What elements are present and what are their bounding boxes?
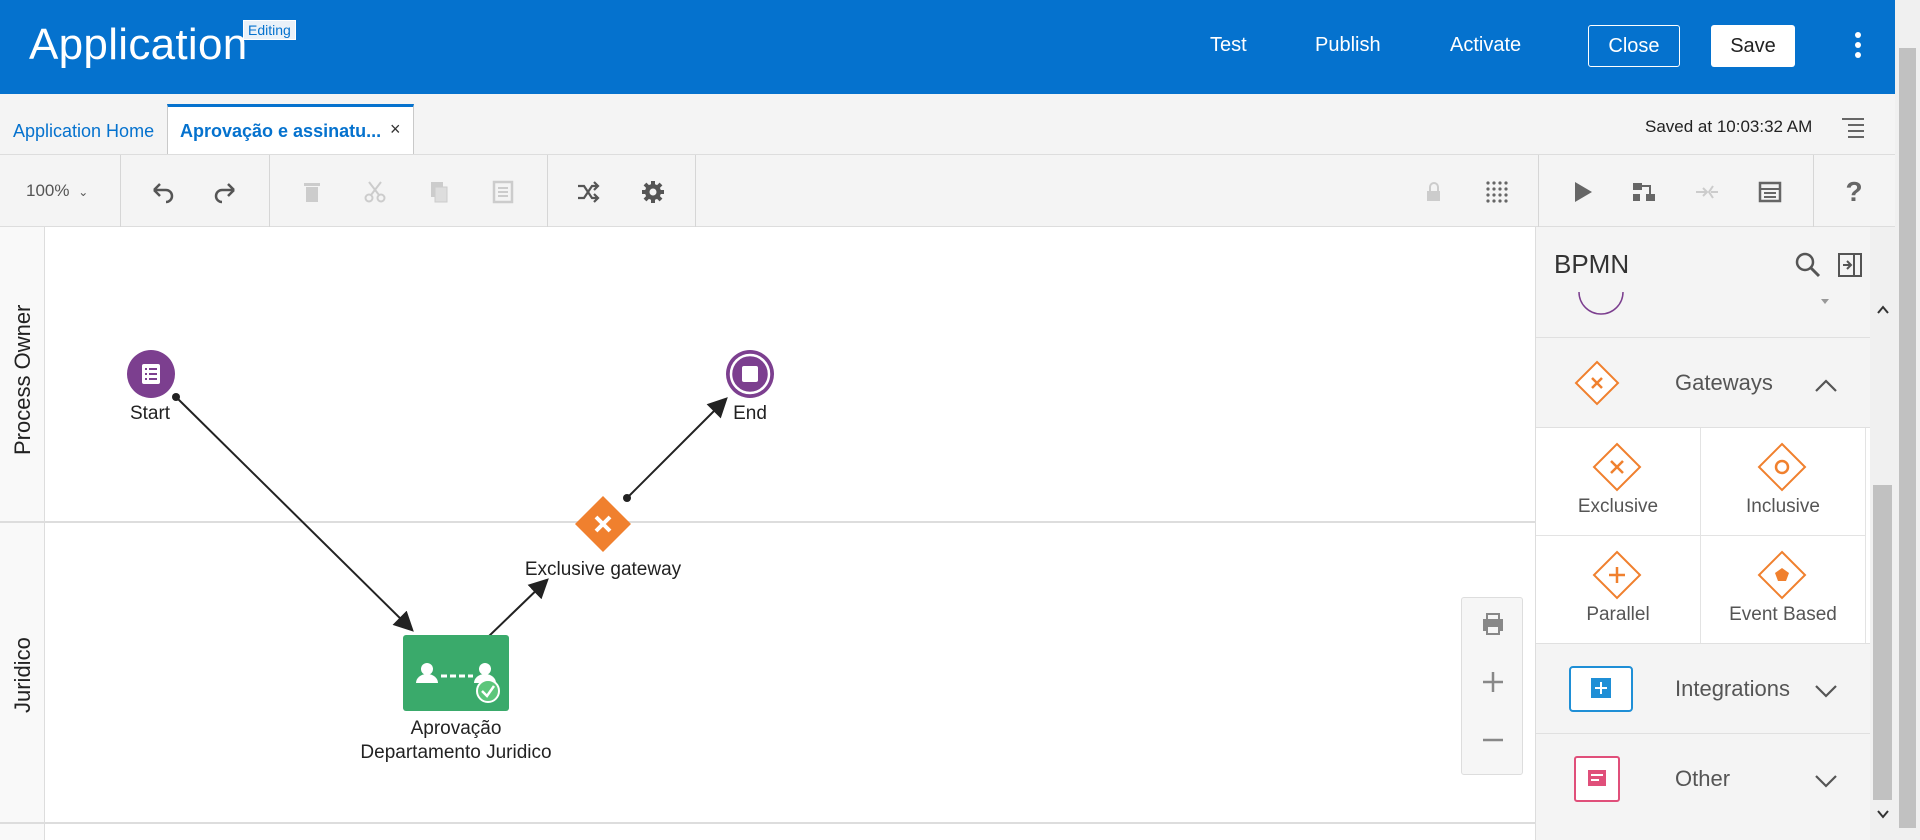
test-link[interactable]: Test <box>1210 34 1247 57</box>
approval-task-icon[interactable] <box>403 635 509 711</box>
approval-task-label-line2: Departamento Juridico <box>360 742 552 763</box>
list-menu-icon[interactable] <box>1840 116 1866 138</box>
note-icon <box>1574 756 1620 802</box>
inclusive-gateway-icon <box>1757 442 1807 492</box>
shuffle-icon[interactable] <box>573 177 603 207</box>
end-event-label: End <box>733 403 767 424</box>
approval-task-label-line1: Aprovação <box>410 718 502 739</box>
grid-icon[interactable] <box>1482 177 1512 207</box>
sequence-flow-start-task <box>172 393 414 632</box>
start-event-label: Start <box>129 403 171 424</box>
redo-icon[interactable] <box>211 177 241 207</box>
cut-icon[interactable] <box>360 177 390 207</box>
gateway-section-icon <box>1574 360 1620 406</box>
settings-icon[interactable] <box>638 177 668 207</box>
tab-active-process[interactable]: Aprovação e assinatu... × <box>167 104 414 154</box>
palette-item-parallel[interactable]: Parallel <box>1536 536 1701 644</box>
palette-item-event-based[interactable]: Event Based <box>1701 536 1866 644</box>
gateways-section-header[interactable]: Gateways <box>1536 337 1871 427</box>
other-section-header[interactable]: Other <box>1536 733 1871 840</box>
integrations-icon <box>1569 666 1633 712</box>
palette-item-inclusive[interactable]: Inclusive <box>1701 428 1866 536</box>
play-icon[interactable] <box>1567 177 1597 207</box>
table-icon[interactable] <box>1755 177 1785 207</box>
lock-icon[interactable] <box>1418 177 1448 207</box>
scroll-up-icon[interactable] <box>1876 305 1890 315</box>
gateway-items-grid: Exclusive Inclusive Parallel Event Based <box>1536 427 1871 644</box>
approval-task-label: Aprovação Departamento Juridico <box>340 717 572 765</box>
activate-link[interactable]: Activate <box>1450 34 1521 57</box>
merge-icon[interactable] <box>1692 177 1722 207</box>
more-options-icon[interactable] <box>1848 30 1868 64</box>
publish-link[interactable]: Publish <box>1315 34 1381 57</box>
palette-scroll-thumb[interactable] <box>1873 485 1892 800</box>
process-canvas[interactable]: Process Owner Juridico Start End Exclusi… <box>0 227 1535 840</box>
tab-bar: Application Home Aprovação e assinatu...… <box>0 94 1895 155</box>
zoom-out-icon[interactable] <box>1477 724 1509 756</box>
print-icon[interactable] <box>1477 608 1509 640</box>
palette-scrollbar[interactable] <box>1870 227 1895 840</box>
page-scroll-thumb[interactable] <box>1899 48 1916 828</box>
tab-close-icon[interactable]: × <box>390 119 401 140</box>
chevron-up-icon[interactable] <box>1813 376 1839 394</box>
tab-active-label: Aprovação e assinatu... <box>180 121 382 141</box>
app-title: Application <box>29 20 248 69</box>
palette-item-event-based-label: Event Based <box>1729 604 1837 625</box>
editor-toolbar: 100% ⌄ ? <box>0 155 1895 227</box>
zoom-in-icon[interactable] <box>1477 666 1509 698</box>
palette-item-exclusive[interactable]: Exclusive <box>1536 428 1701 536</box>
bpmn-palette: BPMN Gateways Exclusive Inclusive Parall… <box>1535 227 1871 840</box>
close-button[interactable]: Close <box>1588 25 1680 67</box>
help-icon[interactable]: ? <box>1839 176 1869 207</box>
chevron-down-icon: ⌄ <box>78 185 89 199</box>
delete-icon[interactable] <box>297 177 327 207</box>
editing-badge: Editing <box>243 20 296 40</box>
palette-item-exclusive-label: Exclusive <box>1577 496 1659 517</box>
end-event-icon[interactable] <box>725 349 775 399</box>
events-section-icon <box>1578 291 1624 315</box>
exclusive-gateway-label: Exclusive gateway <box>524 559 682 580</box>
app-header: Application Editing Test Publish Activat… <box>0 0 1895 94</box>
gateways-section-label: Gateways <box>1675 370 1773 395</box>
parallel-gateway-icon <box>1592 550 1642 600</box>
other-section-label: Other <box>1675 766 1731 791</box>
flow-connectors <box>172 393 728 638</box>
save-button[interactable]: Save <box>1711 25 1795 67</box>
search-icon[interactable] <box>1794 251 1822 279</box>
exclusive-gateway-icon[interactable] <box>573 494 633 554</box>
zoom-select[interactable]: 100% ⌄ <box>26 181 88 201</box>
collapse-panel-icon[interactable] <box>1836 251 1864 279</box>
event-based-gateway-icon <box>1757 550 1807 600</box>
palette-title: BPMN <box>1554 249 1630 279</box>
chevron-down-icon[interactable] <box>1813 772 1839 790</box>
integrations-section-label: Integrations <box>1675 676 1790 701</box>
page-scrollbar[interactable] <box>1895 0 1920 840</box>
chevron-down-icon[interactable] <box>1813 682 1839 700</box>
tab-application-home[interactable]: Application Home <box>13 121 154 142</box>
paste-icon[interactable] <box>488 177 518 207</box>
palette-item-inclusive-label: Inclusive <box>1746 496 1820 517</box>
saved-status: Saved at 10:03:32 AM <box>1645 117 1813 136</box>
exclusive-gateway-icon <box>1592 442 1642 492</box>
integrations-section-header[interactable]: Integrations <box>1536 643 1871 733</box>
zoom-value: 100% <box>26 181 70 200</box>
canvas-zoom-panel <box>1461 597 1523 775</box>
copy-icon[interactable] <box>424 177 454 207</box>
undo-icon[interactable] <box>147 177 177 207</box>
sequence-flow-task-gateway <box>487 578 549 638</box>
caret-down-icon[interactable] <box>1819 297 1831 307</box>
flow-icon[interactable] <box>1629 177 1659 207</box>
palette-item-parallel-label: Parallel <box>1586 604 1650 625</box>
start-event-icon[interactable] <box>126 349 176 399</box>
scroll-down-icon[interactable] <box>1876 809 1890 819</box>
